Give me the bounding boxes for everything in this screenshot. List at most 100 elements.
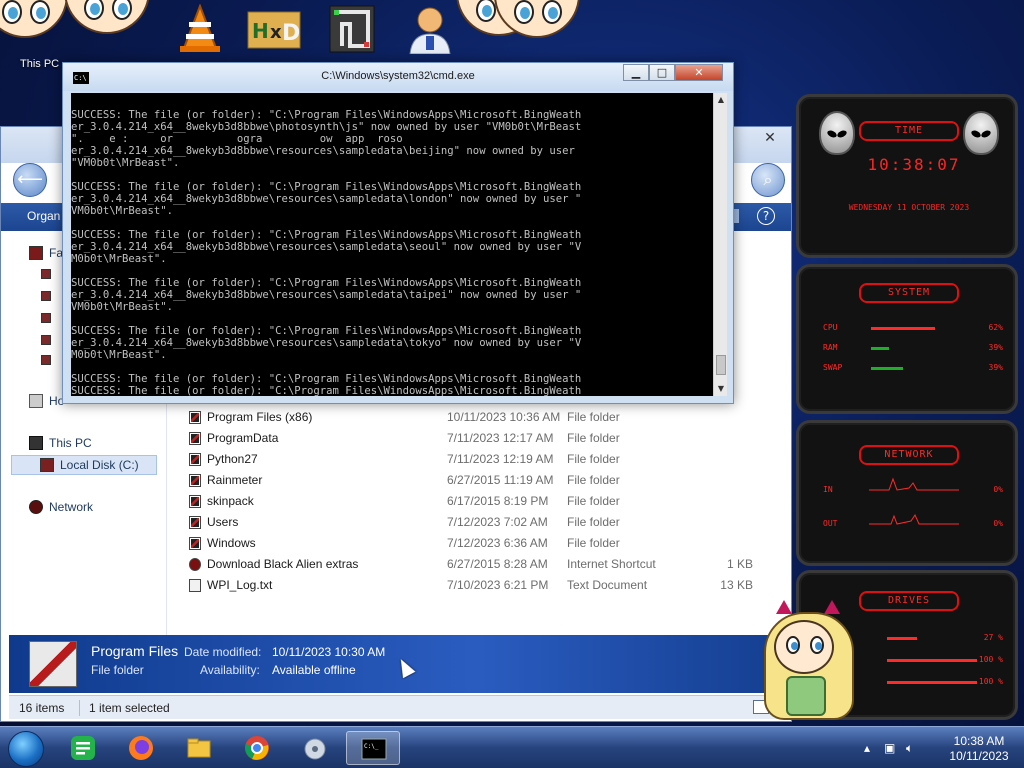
- file-row[interactable]: ProgramData 7/11/2023 12:17 AM File fold…: [171, 428, 771, 449]
- vlc-icon[interactable]: [172, 4, 228, 54]
- file-date: 6/27/2015 11:19 AM: [447, 473, 554, 487]
- ram-label: RAM: [823, 343, 838, 352]
- file-type: File folder: [567, 494, 620, 508]
- file-row[interactable]: Windows 7/12/2023 6:36 AM File folder: [171, 533, 771, 554]
- file-type: File folder: [567, 431, 620, 445]
- favorite-item-icon[interactable]: [41, 291, 51, 301]
- start-button[interactable]: [8, 731, 44, 767]
- taskbar-chrome[interactable]: [230, 731, 284, 765]
- network-widget[interactable]: NETWORK IN 0% OUT 0%: [796, 420, 1018, 566]
- character-dress: [786, 676, 826, 716]
- favorite-item-icon[interactable]: [41, 335, 51, 345]
- hxd-icon[interactable]: H x D: [246, 4, 302, 54]
- ram-percent: 39%: [988, 343, 1003, 352]
- file-date: 7/11/2023 12:17 AM: [447, 431, 554, 445]
- back-arrow-icon[interactable]: ⟵: [13, 163, 47, 197]
- this-pc-label[interactable]: This PC: [20, 58, 59, 70]
- console-line: VM0b0t\MrBeast".: [71, 205, 174, 217]
- taskbar-file-explorer[interactable]: [172, 731, 226, 765]
- swap-bar: [871, 367, 903, 370]
- file-date: 10/11/2023 10:36 AM: [447, 410, 561, 424]
- file-name: Python27: [207, 452, 258, 466]
- star-butterfly-desktop-icon[interactable]: [0, 0, 68, 38]
- homegroup-icon: [29, 394, 43, 408]
- organize-menu[interactable]: Organ: [27, 209, 60, 223]
- file-name: Program Files (x86): [207, 410, 313, 424]
- status-divider: [79, 700, 80, 716]
- nav-local-disk-label: Local Disk (C:): [60, 458, 139, 472]
- nav-local-disk[interactable]: Local Disk (C:): [11, 455, 157, 475]
- nav-favorites[interactable]: Fa: [29, 243, 63, 263]
- scroll-up-arrow-icon[interactable]: ▲: [714, 93, 728, 107]
- show-hidden-icons-chevron-icon[interactable]: ▴: [864, 741, 870, 755]
- selection-count: 1 item selected: [89, 701, 170, 715]
- close-button[interactable]: ✕: [675, 64, 723, 81]
- network-in-graph: [869, 477, 959, 491]
- console-line: SUCCESS: The file (or folder): "C:\Progr…: [71, 373, 582, 385]
- favorite-item-icon[interactable]: [41, 313, 51, 323]
- file-row[interactable]: WPI_Log.txt 7/10/2023 6:21 PM Text Docum…: [171, 575, 771, 596]
- console-line: SUCCESS: The file (or folder): "C:\Progr…: [71, 229, 582, 241]
- maximize-button[interactable]: □: [649, 64, 675, 81]
- volume-icon[interactable]: 🔈︎: [906, 741, 913, 756]
- scroll-down-arrow-icon[interactable]: ▼: [714, 382, 728, 396]
- taskbar-clock-date[interactable]: 10/11/2023: [944, 749, 1014, 763]
- explorer-close-button[interactable]: ✕: [755, 129, 785, 147]
- devil-horn-right: [824, 600, 840, 614]
- file-row[interactable]: Download Black Alien extras 6/27/2015 8:…: [171, 554, 771, 575]
- time-widget[interactable]: TIME 10:38:07 WEDNESDAY 11 OCTOBER 2023: [796, 94, 1018, 258]
- character-face: [774, 620, 834, 674]
- cmd-console[interactable]: SUCCESS: The file (or folder): "C:\Progr…: [71, 93, 713, 396]
- file-row[interactable]: Program Files (x86) 10/11/2023 10:36 AM …: [171, 407, 771, 428]
- network-out-label: OUT: [823, 519, 838, 528]
- cmd-scrollbar[interactable]: ▲ ▼: [713, 93, 727, 396]
- star-butterfly-desktop-icon[interactable]: [64, 0, 150, 34]
- media-disc-icon: [304, 738, 326, 760]
- search-icon[interactable]: ⌕: [751, 163, 785, 197]
- file-list: Program Files (x86) 10/11/2023 10:36 AM …: [171, 393, 791, 593]
- console-line: "VM0b0t\MrBeast".: [71, 157, 180, 169]
- nav-network[interactable]: Network: [29, 497, 93, 517]
- network-status-icon[interactable]: ▣: [884, 741, 895, 755]
- file-type: File folder: [567, 452, 620, 466]
- svg-text:D: D: [282, 21, 300, 46]
- chrome-icon: [245, 736, 269, 760]
- cpu-label: CPU: [823, 323, 838, 332]
- favorite-item-icon[interactable]: [41, 355, 51, 365]
- file-type: File folder: [567, 536, 620, 550]
- program-files-folder-icon: [29, 641, 77, 687]
- favorite-item-icon[interactable]: [41, 269, 51, 279]
- star-butterfly-character[interactable]: [756, 598, 856, 724]
- file-date: 7/12/2023 6:36 AM: [447, 536, 548, 550]
- taskbar-forms-app[interactable]: [56, 731, 110, 765]
- taskbar-clock-time[interactable]: 10:38 AM: [944, 734, 1014, 748]
- drive-usage-value: 27 %: [983, 633, 1003, 642]
- file-name: Download Black Alien extras: [207, 557, 359, 571]
- computer-icon: [29, 436, 43, 450]
- file-date: 6/17/2015 8:19 PM: [447, 494, 549, 508]
- file-row[interactable]: skinpack 6/17/2015 8:19 PM File folder: [171, 491, 771, 512]
- taskbar-media-player[interactable]: [288, 731, 342, 765]
- folder-icon: [189, 516, 201, 529]
- nav-homegroup[interactable]: Ho: [29, 391, 64, 411]
- file-row[interactable]: Python27 7/11/2023 12:19 AM File folder: [171, 449, 771, 470]
- file-row[interactable]: Users 7/12/2023 7:02 AM File folder: [171, 512, 771, 533]
- drives-widget-title: DRIVES: [859, 591, 959, 611]
- file-row[interactable]: Rainmeter 6/27/2015 11:19 AM File folder: [171, 470, 771, 491]
- taskbar-cmd[interactable]: C:\_: [346, 731, 400, 765]
- drive-icon: [40, 458, 54, 472]
- nav-this-pc[interactable]: This PC: [29, 433, 92, 453]
- network-out-graph: [869, 513, 959, 525]
- taskbar-firefox[interactable]: [114, 731, 168, 765]
- minimize-button[interactable]: ▁: [623, 64, 649, 81]
- console-line: VM0b0t\MrBeast".: [71, 301, 174, 313]
- system-widget[interactable]: SYSTEM CPU 62% RAM 39% SWAP 39%: [796, 264, 1018, 414]
- character-eye: [786, 636, 800, 654]
- maze-app-icon[interactable]: [324, 4, 380, 54]
- scroll-thumb[interactable]: [716, 355, 726, 375]
- doctor-avatar-icon[interactable]: [402, 4, 458, 54]
- help-icon[interactable]: ?: [757, 207, 775, 225]
